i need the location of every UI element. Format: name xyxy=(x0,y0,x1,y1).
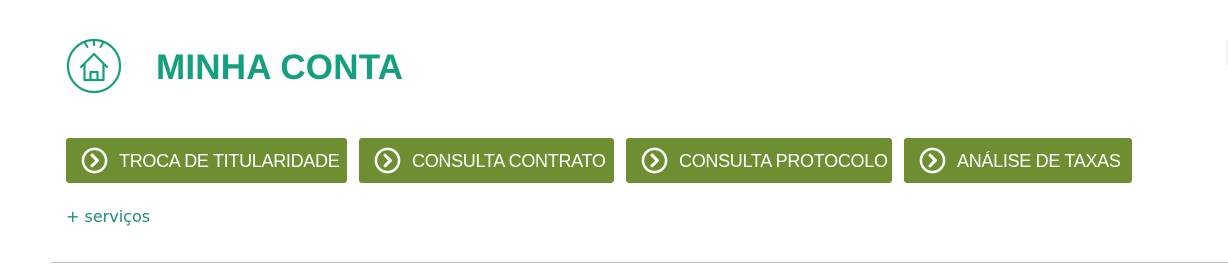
protocol-lookup-label: CONSULTA PROTOCOLO xyxy=(679,150,888,171)
protocol-lookup-button[interactable]: CONSULTA PROTOCOLO xyxy=(626,138,892,183)
section-divider xyxy=(51,262,1228,263)
chevron-right-circle-icon xyxy=(919,147,946,174)
contract-lookup-button[interactable]: CONSULTA CONTRATO xyxy=(359,138,614,183)
chevron-right-circle-icon xyxy=(81,147,108,174)
chevron-right-circle-icon xyxy=(641,147,668,174)
quick-actions: TROCA DE TITULARIDADE CONSULTA CONTRATO … xyxy=(66,138,1132,183)
contract-lookup-label: CONSULTA CONTRATO xyxy=(412,150,606,171)
transfer-ownership-label: TROCA DE TITULARIDADE xyxy=(119,150,340,171)
transfer-ownership-button[interactable]: TROCA DE TITULARIDADE xyxy=(66,138,347,183)
page-header: MINHA CONTA xyxy=(66,28,403,100)
more-services-link[interactable]: + serviços xyxy=(66,208,150,226)
chevron-right-circle-icon xyxy=(374,147,401,174)
fee-analysis-button[interactable]: ANÁLISE DE TAXAS xyxy=(904,138,1132,183)
page-title: MINHA CONTA xyxy=(156,47,404,87)
my-account-panel: MINHA CONTA TROCA DE TITULARIDADE CONSUL… xyxy=(0,0,1228,267)
house-icon xyxy=(66,38,122,94)
fee-analysis-label: ANÁLISE DE TAXAS xyxy=(957,150,1121,171)
